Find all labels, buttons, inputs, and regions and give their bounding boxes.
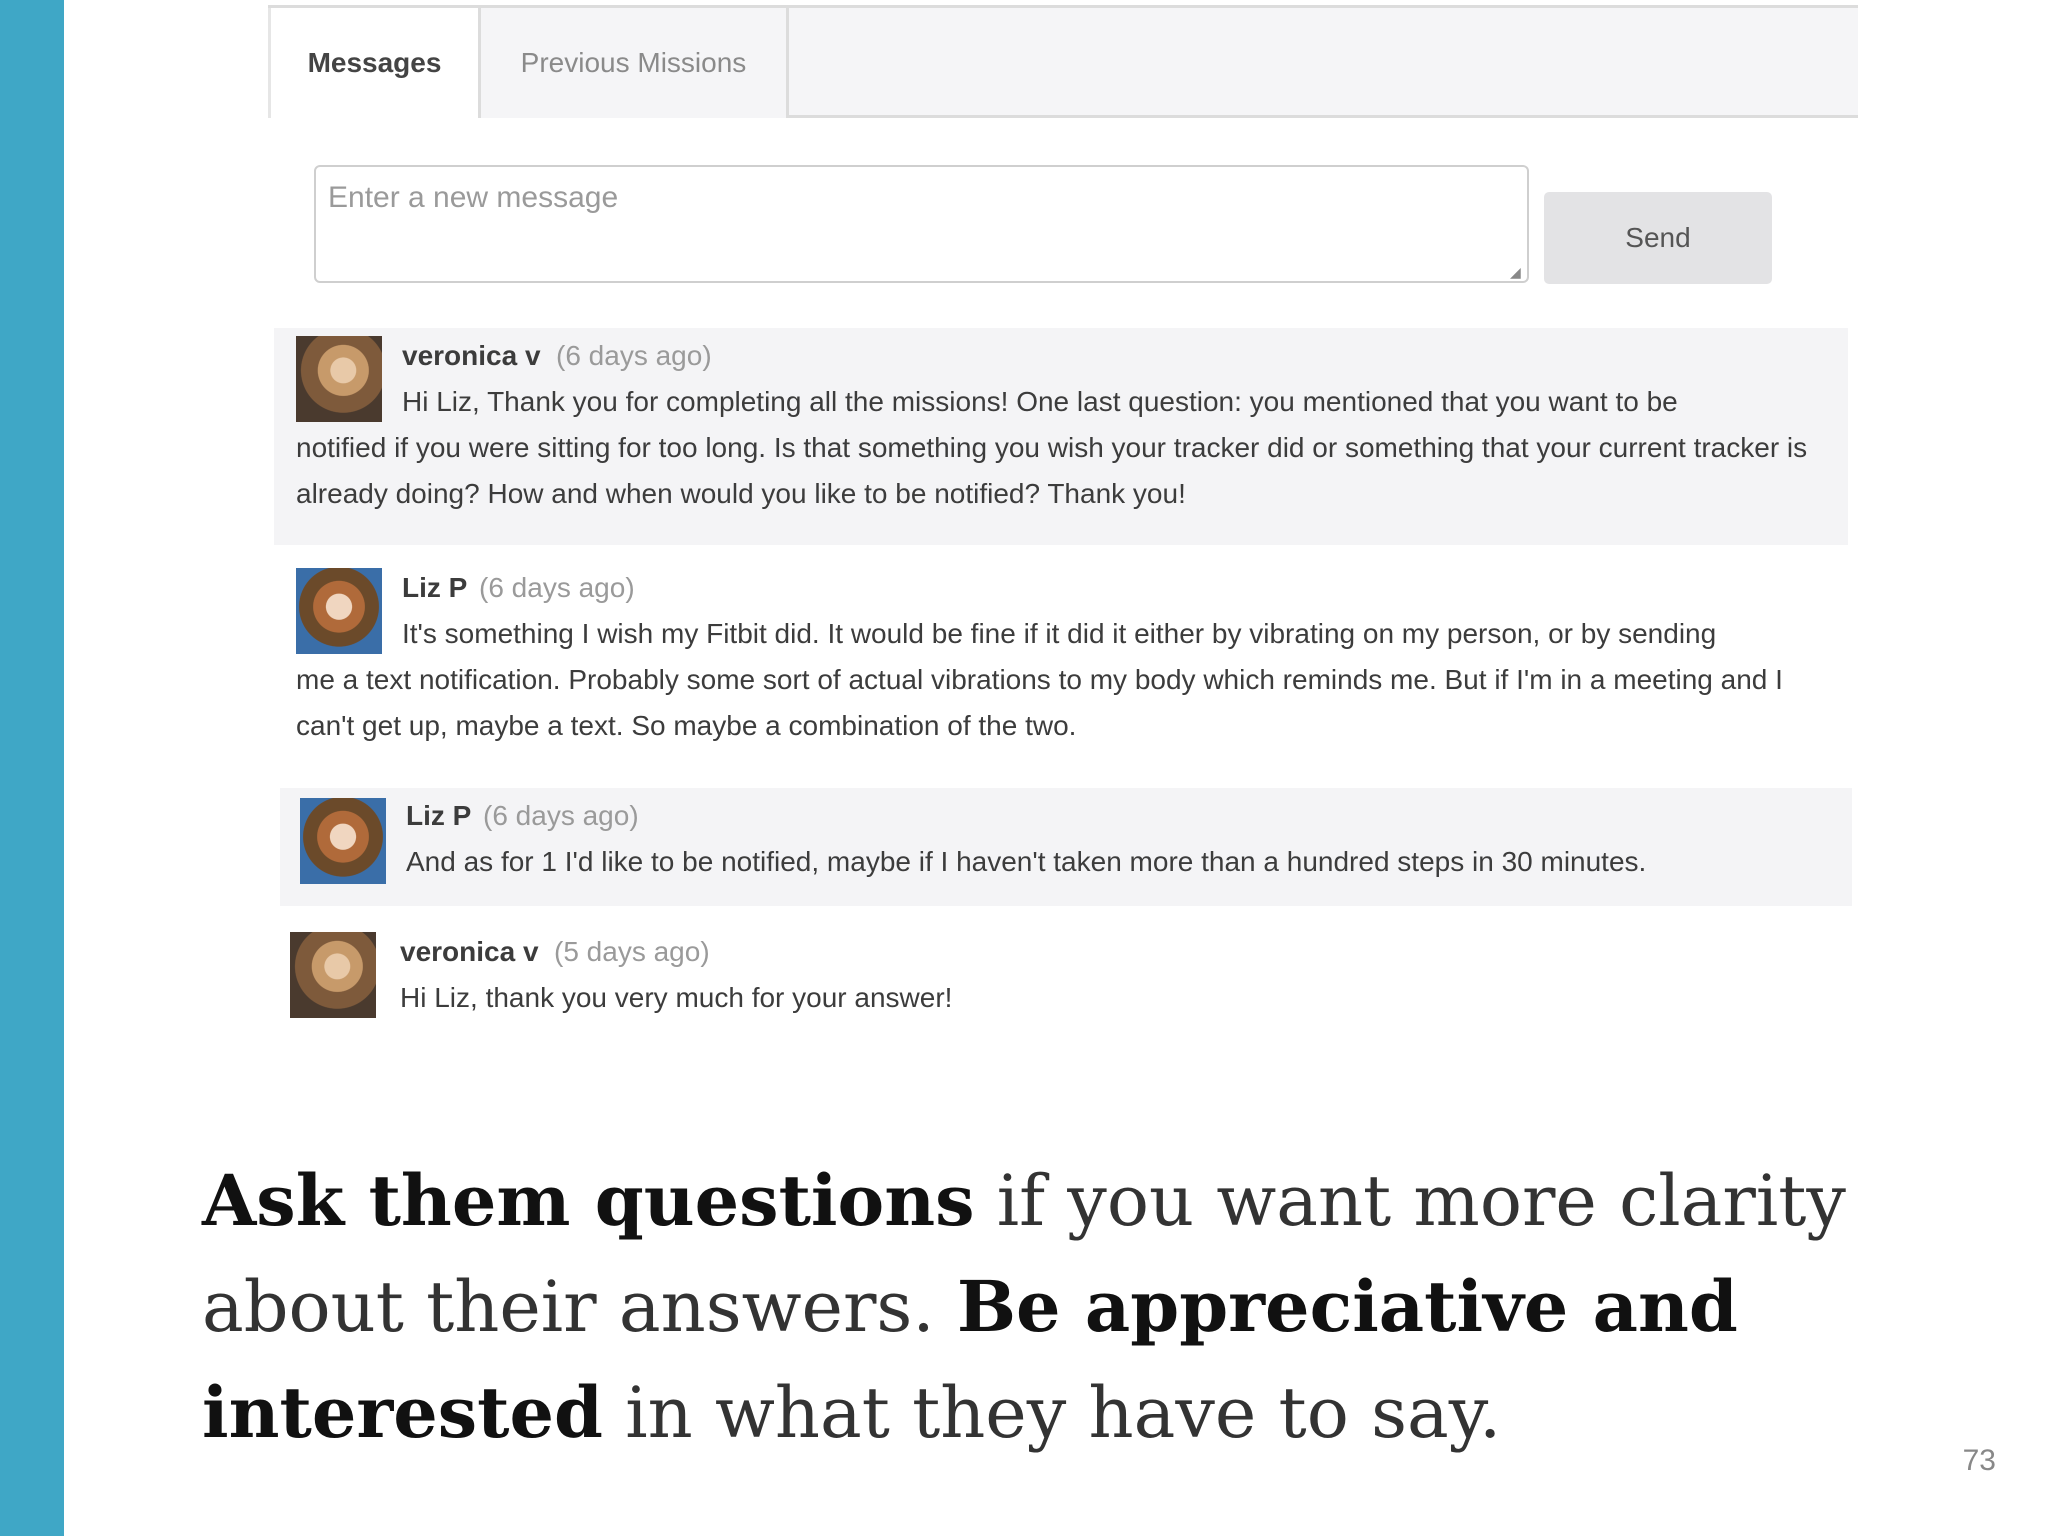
message-item: veronica v (5 days ago) Hi Liz, thank yo… (274, 924, 1848, 1034)
avatar (296, 568, 382, 654)
tab-messages[interactable]: Messages (268, 8, 481, 118)
message-text-first-line: It's something I wish my Fitbit did. It … (402, 618, 1717, 649)
tab-bar: Messages Previous Missions (268, 5, 1858, 118)
avatar (296, 336, 382, 422)
messages-screenshot: Messages Previous Missions ◢ Send veroni… (268, 0, 1858, 1050)
message-text-first-line: And as for 1 I'd like to be notified, ma… (406, 846, 1647, 877)
slide-caption: Ask them questions if you want more clar… (202, 1148, 1902, 1466)
avatar (300, 798, 386, 884)
new-message-input[interactable] (314, 165, 1529, 283)
resize-grip-icon[interactable]: ◢ (1510, 264, 1526, 280)
page-number: 73 (1962, 1444, 1996, 1477)
avatar (290, 932, 376, 1018)
message-composer: ◢ Send (268, 118, 1858, 328)
message-author: Liz P (402, 572, 468, 603)
message-item: Liz P (6 days ago) It's something I wish… (274, 560, 1848, 760)
message-time: (6 days ago) (479, 572, 635, 603)
message-time: (6 days ago) (556, 340, 712, 371)
caption-bold-1: Ask them questions (202, 1159, 975, 1242)
message-author: veronica v (402, 340, 541, 371)
message-text-first-line: Hi Liz, thank you very much for your ans… (400, 982, 953, 1013)
send-button[interactable]: Send (1544, 192, 1772, 284)
caption-text-4: in what they have to say. (603, 1372, 1502, 1454)
message-text-rest: notified if you were sitting for too lon… (296, 432, 1808, 509)
message-text-first-line: Hi Liz, Thank you for completing all the… (402, 386, 1678, 417)
message-text-rest: me a text notification. Probably some so… (296, 664, 1783, 741)
message-author: veronica v (400, 936, 539, 967)
message-time: (5 days ago) (554, 936, 710, 967)
tab-previous-missions[interactable]: Previous Missions (481, 8, 789, 118)
message-time: (6 days ago) (483, 800, 639, 831)
message-author: Liz P (406, 800, 472, 831)
message-item: Liz P (6 days ago) And as for 1 I'd like… (280, 788, 1852, 906)
accent-bar (0, 0, 64, 1536)
message-item: veronica v (6 days ago) Hi Liz, Thank yo… (274, 328, 1848, 545)
slide: Messages Previous Missions ◢ Send veroni… (0, 0, 2048, 1536)
